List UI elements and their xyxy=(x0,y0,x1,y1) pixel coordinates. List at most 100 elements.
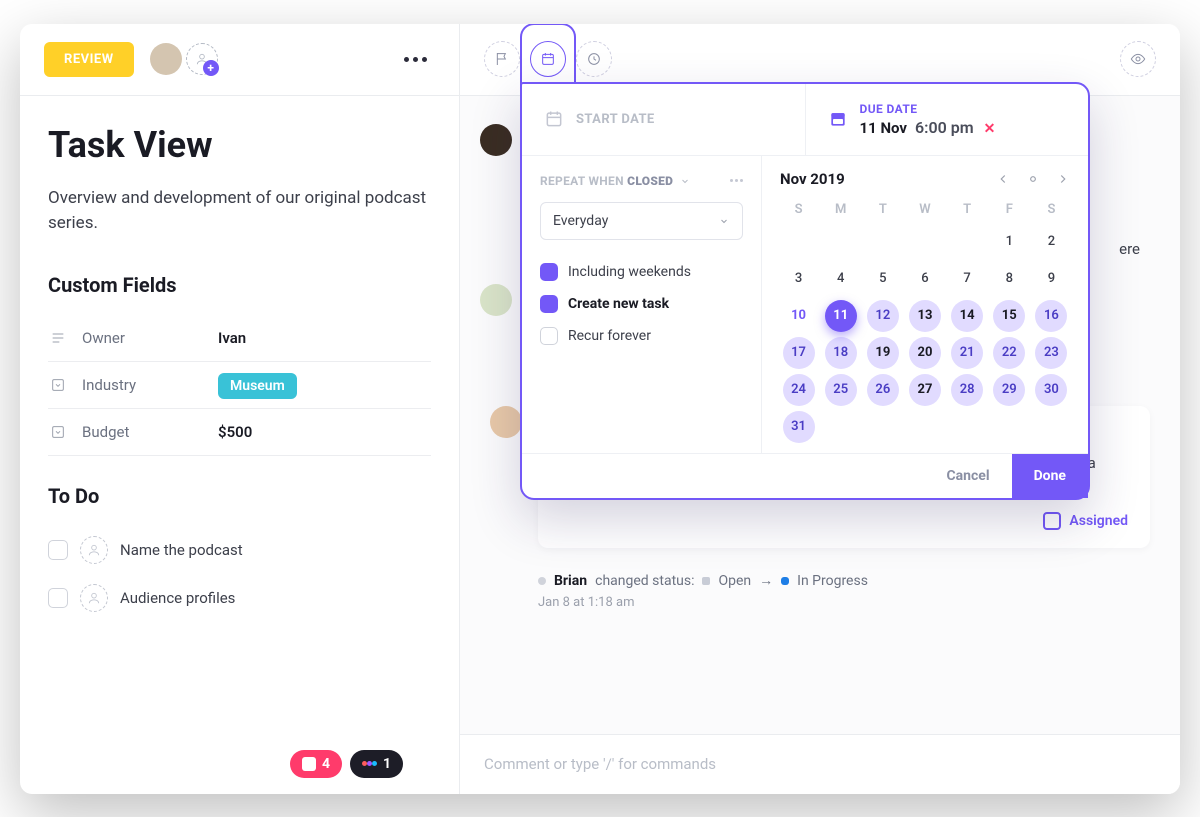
calendar-day[interactable]: 8 xyxy=(993,263,1025,295)
start-date-field[interactable]: START DATE xyxy=(522,84,806,155)
chevron-down-icon xyxy=(718,215,730,227)
calendar-day[interactable]: 13 xyxy=(909,300,941,332)
option-label: Including weekends xyxy=(568,264,691,280)
calendar-prev-button[interactable] xyxy=(996,172,1010,186)
calendar-button[interactable] xyxy=(530,41,566,77)
calendar-day[interactable]: 22 xyxy=(993,337,1025,369)
picker-footer: Cancel Done xyxy=(522,453,1088,498)
date-tab-active xyxy=(530,41,566,77)
calendar-day[interactable]: 11 xyxy=(825,300,857,332)
cancel-button[interactable]: Cancel xyxy=(925,454,1012,498)
calendar-day[interactable]: 7 xyxy=(951,263,983,295)
custom-field-owner[interactable]: Owner Ivan xyxy=(48,315,431,362)
calendar-next-button[interactable] xyxy=(1056,172,1070,186)
assignee-avatar[interactable] xyxy=(150,43,182,75)
flag-button[interactable] xyxy=(484,41,520,77)
comment-input[interactable] xyxy=(484,755,1156,773)
status-verb: changed status: xyxy=(595,573,694,589)
clear-due-date-button[interactable]: ✕ xyxy=(984,121,996,137)
todo-item[interactable]: Name the podcast xyxy=(48,526,431,574)
todo-heading: To Do xyxy=(48,484,431,508)
add-assignee-button[interactable]: + xyxy=(186,43,218,75)
assigned-indicator[interactable]: Assigned xyxy=(560,512,1128,530)
invision-icon xyxy=(302,757,316,771)
checkbox[interactable] xyxy=(48,540,68,560)
option-including-weekends[interactable]: Including weekends xyxy=(540,256,743,288)
checkbox[interactable] xyxy=(48,588,68,608)
chevron-down-icon[interactable] xyxy=(679,175,691,187)
task-panel: REVIEW + Task View Overview and developm… xyxy=(20,24,460,794)
calendar-day[interactable]: 28 xyxy=(951,374,983,406)
due-date-value: 11 Nov xyxy=(860,119,907,137)
assignee-placeholder-icon[interactable] xyxy=(80,584,108,612)
todo-label: Audience profiles xyxy=(120,589,235,607)
todo-item[interactable]: Audience profiles xyxy=(48,574,431,622)
status-review-button[interactable]: REVIEW xyxy=(44,42,134,77)
date-picker-popup: START DATE DUE DATE 11 Nov 6:00 pm ✕ REP… xyxy=(520,82,1090,500)
option-recur-forever[interactable]: Recur forever xyxy=(540,320,743,352)
calendar-month-label: Nov 2019 xyxy=(780,170,845,188)
calendar-day[interactable]: 12 xyxy=(867,300,899,332)
option-create-new-task[interactable]: Create new task xyxy=(540,288,743,320)
calendar-day[interactable]: 23 xyxy=(1035,337,1067,369)
calendar-day[interactable]: 5 xyxy=(867,263,899,295)
todo-label: Name the podcast xyxy=(120,541,243,559)
calendar-day[interactable]: 6 xyxy=(909,263,941,295)
assigned-checkbox-icon xyxy=(1043,512,1061,530)
assignee-placeholder-icon[interactable] xyxy=(80,536,108,564)
calendar-day[interactable]: 30 xyxy=(1035,374,1067,406)
option-label: Recur forever xyxy=(568,328,651,344)
more-menu-button[interactable] xyxy=(396,49,435,70)
invision-badge[interactable]: 4 xyxy=(290,750,342,778)
calendar-day[interactable]: 26 xyxy=(867,374,899,406)
due-date-label: DUE DATE xyxy=(860,102,996,116)
calendar-day[interactable]: 10 xyxy=(783,300,815,332)
calendar-day[interactable]: 25 xyxy=(825,374,857,406)
figma-badge[interactable]: 1 xyxy=(350,750,403,778)
calendar-day[interactable]: 14 xyxy=(951,300,983,332)
done-button[interactable]: Done xyxy=(1012,454,1088,498)
plus-badge-icon: + xyxy=(203,60,219,76)
recurrence-more-button[interactable] xyxy=(730,179,743,182)
assigned-label: Assigned xyxy=(1069,513,1128,529)
calendar-day[interactable]: 2 xyxy=(1035,226,1067,258)
time-button[interactable] xyxy=(576,41,612,77)
calendar-day[interactable]: 31 xyxy=(783,411,815,443)
dot-icon xyxy=(538,577,546,585)
cf-label: Industry xyxy=(82,376,218,394)
calendar-day[interactable]: 18 xyxy=(825,337,857,369)
calendar-day[interactable]: 21 xyxy=(951,337,983,369)
frequency-select[interactable]: Everyday xyxy=(540,202,743,240)
calendar-day[interactable]: 1 xyxy=(993,226,1025,258)
custom-field-budget[interactable]: Budget $500 xyxy=(48,409,431,456)
status-timestamp: Jan 8 at 1:18 am xyxy=(538,595,1150,610)
calendar-day[interactable]: 27 xyxy=(909,374,941,406)
task-title[interactable]: Task View xyxy=(48,124,431,166)
calendar-day[interactable]: 3 xyxy=(783,263,815,295)
calendar-filled-icon xyxy=(828,109,848,129)
calendar-dow: S xyxy=(1033,198,1070,221)
task-description[interactable]: Overview and development of our original… xyxy=(48,186,431,237)
app-window: REVIEW + Task View Overview and developm… xyxy=(20,24,1180,794)
start-date-label: START DATE xyxy=(576,112,655,127)
calendar-day[interactable]: 4 xyxy=(825,263,857,295)
custom-field-industry[interactable]: Industry Museum xyxy=(48,362,431,409)
todo-section: To Do Name the podcast Audience profiles xyxy=(48,484,431,622)
calendar-day[interactable]: 16 xyxy=(1035,300,1067,332)
arrow-icon: → xyxy=(759,572,773,589)
calendar-day[interactable]: 20 xyxy=(909,337,941,369)
custom-fields-heading: Custom Fields xyxy=(48,273,431,297)
due-date-field[interactable]: DUE DATE 11 Nov 6:00 pm ✕ xyxy=(806,84,1089,155)
calendar-day[interactable]: 29 xyxy=(993,374,1025,406)
calendar-day[interactable]: 15 xyxy=(993,300,1025,332)
due-time-value: 6:00 pm xyxy=(915,118,974,137)
calendar-day[interactable]: 9 xyxy=(1035,263,1067,295)
watch-button[interactable] xyxy=(1120,41,1156,77)
integrations-footer: 4 1 xyxy=(290,750,403,778)
calendar-day[interactable]: 19 xyxy=(867,337,899,369)
calendar-day[interactable]: 24 xyxy=(783,374,815,406)
option-label: Create new task xyxy=(568,296,669,312)
calendar-day[interactable]: 17 xyxy=(783,337,815,369)
calendar-today-button[interactable] xyxy=(1026,172,1040,186)
calendar-dow: W xyxy=(906,198,943,221)
